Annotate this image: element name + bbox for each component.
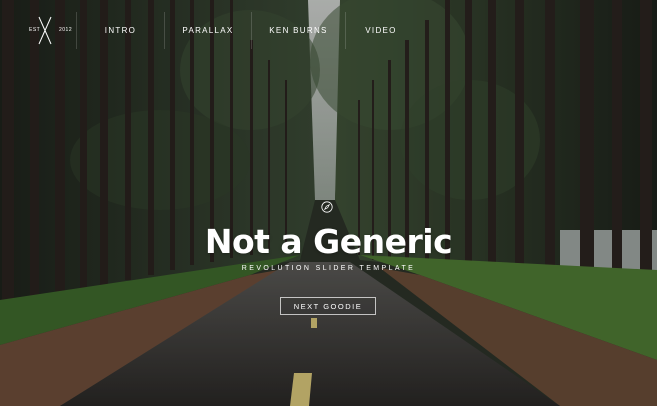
hero-subtitle: REVOLUTION SLIDER TEMPLATE <box>241 265 416 272</box>
hero-title: Not a Generic <box>204 222 453 261</box>
nav-item-parallax[interactable]: PARALLAX <box>165 12 252 49</box>
nav-item-video[interactable]: VIDEO <box>346 12 416 49</box>
brand-logo[interactable]: EST 2012 <box>14 12 77 49</box>
main-nav: EST 2012 INTRO PARALLAX KEN BURNS VIDEO <box>14 12 416 49</box>
next-goodie-button[interactable]: NEXT GOODIE <box>280 297 376 315</box>
compass-icon <box>321 201 333 213</box>
logo-year-text: 2012 <box>59 27 73 33</box>
logo-est-text: EST <box>29 27 41 33</box>
nav-item-ken-burns[interactable]: KEN BURNS <box>252 12 346 49</box>
nav-item-intro[interactable]: INTRO <box>77 12 165 49</box>
